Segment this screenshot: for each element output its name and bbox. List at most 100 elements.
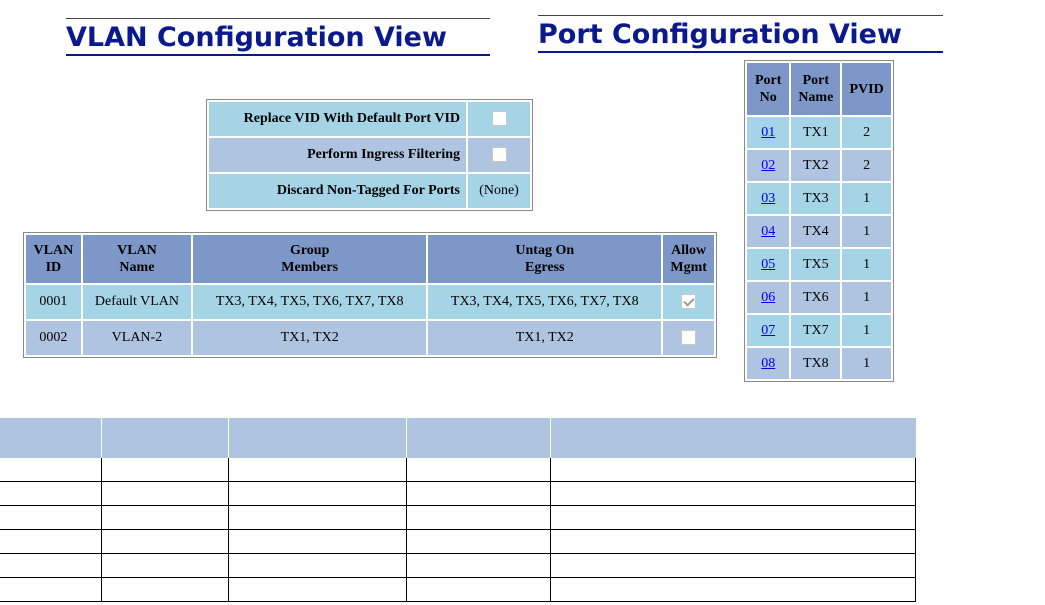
option-control-cell — [468, 102, 530, 136]
vlan-name-cell: VLAN-2 — [82, 321, 192, 355]
port-no-cell: 02 — [747, 150, 790, 181]
port-link[interactable]: 03 — [761, 191, 775, 206]
vlan-id-cell: 0001 — [26, 285, 81, 319]
port-name-cell: TX2 — [791, 150, 841, 181]
grid-header — [0, 418, 916, 458]
allow-mgmt-cell — [663, 321, 714, 355]
title-underline — [66, 54, 490, 56]
table-row: 07 TX7 1 — [747, 315, 891, 346]
port-no-cell: 05 — [747, 249, 790, 280]
port-name-cell: TX6 — [791, 282, 841, 313]
port-no-cell: 06 — [747, 282, 790, 313]
vlan-table: VLAN ID VLAN Name Group Members Untag On Egr… — [23, 232, 717, 358]
pvid-cell: 1 — [842, 216, 891, 247]
port-title-text: Port Configuration View — [538, 19, 902, 50]
option-label: Discard Non-Tagged For Ports — [209, 174, 466, 208]
vlan-title-text: VLAN Configuration View — [66, 22, 447, 53]
grid-row — [0, 458, 916, 482]
table-row: 01 TX1 2 — [747, 117, 891, 148]
col-header-group-members: Group Members — [193, 235, 427, 283]
port-name-cell: TX1 — [791, 117, 841, 148]
option-control-cell — [468, 138, 530, 172]
option-label: Perform Ingress Filtering — [209, 138, 466, 172]
col-header-vlan-name: VLAN Name — [82, 235, 192, 283]
allow-mgmt-checkbox[interactable] — [681, 294, 697, 310]
group-members-cell: TX3, TX4, TX5, TX6, TX7, TX8 — [193, 285, 427, 319]
col-header-vlan-id: VLAN ID — [26, 235, 81, 283]
table-row: 02 TX2 2 — [747, 150, 891, 181]
col-header-pvid: PVID — [842, 63, 891, 115]
port-name-cell: TX5 — [791, 249, 841, 280]
port-configuration-title: Port Configuration View — [538, 15, 943, 53]
untag-egress-cell: TX3, TX4, TX5, TX6, TX7, TX8 — [428, 285, 662, 319]
port-table-header: Port No Port Name PVID — [747, 63, 891, 115]
pvid-cell: 1 — [842, 249, 891, 280]
grid-header-separator — [101, 418, 102, 458]
group-members-cell: TX1, TX2 — [193, 321, 427, 355]
table-row: 05 TX5 1 — [747, 249, 891, 280]
vlan-name-cell: Default VLAN — [82, 285, 192, 319]
pvid-cell: 1 — [842, 315, 891, 346]
table-row: 04 TX4 1 — [747, 216, 891, 247]
title-top-rule — [66, 18, 490, 19]
replace-vid-checkbox[interactable] — [491, 111, 507, 127]
grid-row — [0, 578, 916, 602]
port-link[interactable]: 04 — [761, 224, 775, 239]
pvid-cell: 1 — [842, 348, 891, 379]
discard-non-tagged-value: (None) — [468, 174, 530, 208]
port-name-cell: TX4 — [791, 216, 841, 247]
option-row-discard-non-tagged: Discard Non-Tagged For Ports (None) — [209, 174, 530, 208]
title-underline — [538, 51, 943, 53]
port-link[interactable]: 06 — [761, 290, 775, 305]
port-link[interactable]: 08 — [761, 356, 775, 371]
option-label: Replace VID With Default Port VID — [209, 102, 466, 136]
option-row-replace-vid: Replace VID With Default Port VID — [209, 102, 530, 136]
vlan-table-header: VLAN ID VLAN Name Group Members Untag On Egr… — [26, 235, 714, 283]
port-name-cell: TX3 — [791, 183, 841, 214]
port-name-cell: TX8 — [791, 348, 841, 379]
vlan-options-table: Replace VID With Default Port VID Perfor… — [206, 99, 533, 211]
grid-row — [0, 506, 916, 530]
col-header-port-no: Port No — [747, 63, 790, 115]
pvid-cell: 1 — [842, 282, 891, 313]
port-name-cell: TX7 — [791, 315, 841, 346]
title-top-rule — [538, 15, 943, 16]
grid-row — [0, 482, 916, 506]
table-row: 0001 Default VLAN TX3, TX4, TX5, TX6, TX… — [26, 285, 714, 319]
table-row: 06 TX6 1 — [747, 282, 891, 313]
grid-row — [0, 554, 916, 578]
grid-column-line — [915, 458, 916, 602]
grid-column-line — [406, 458, 407, 602]
port-no-cell: 03 — [747, 183, 790, 214]
port-no-cell: 04 — [747, 216, 790, 247]
pvid-cell: 2 — [842, 117, 891, 148]
untag-egress-cell: TX1, TX2 — [428, 321, 662, 355]
col-header-port-name: Port Name — [791, 63, 841, 115]
option-row-ingress-filtering: Perform Ingress Filtering — [209, 138, 530, 172]
port-no-cell: 07 — [747, 315, 790, 346]
col-header-allow-mgmt: Allow Mgmt — [663, 235, 714, 283]
grid-column-line — [550, 458, 551, 602]
port-link[interactable]: 07 — [761, 323, 775, 338]
table-row: 0002 VLAN-2 TX1, TX2 TX1, TX2 — [26, 321, 714, 355]
allow-mgmt-checkbox[interactable] — [681, 330, 697, 346]
grid-column-line — [101, 458, 102, 602]
vlan-configuration-title: VLAN Configuration View — [66, 18, 490, 56]
allow-mgmt-cell — [663, 285, 714, 319]
port-link[interactable]: 01 — [761, 125, 775, 140]
port-no-cell: 08 — [747, 348, 790, 379]
table-row: 08 TX8 1 — [747, 348, 891, 379]
pvid-cell: 2 — [842, 150, 891, 181]
port-table: Port No Port Name PVID 01 TX1 2 02 TX2 2 03 TX3… — [744, 60, 894, 382]
vlan-id-cell: 0002 — [26, 321, 81, 355]
pvid-cell: 1 — [842, 183, 891, 214]
table-row: 03 TX3 1 — [747, 183, 891, 214]
col-header-untag-egress: Untag On Egress — [428, 235, 662, 283]
grid-header-separator — [550, 418, 551, 458]
grid-header-separator — [406, 418, 407, 458]
port-link[interactable]: 02 — [761, 158, 775, 173]
ingress-filtering-checkbox[interactable] — [491, 147, 507, 163]
port-no-cell: 01 — [747, 117, 790, 148]
grid-column-line — [228, 458, 229, 602]
port-link[interactable]: 05 — [761, 257, 775, 272]
